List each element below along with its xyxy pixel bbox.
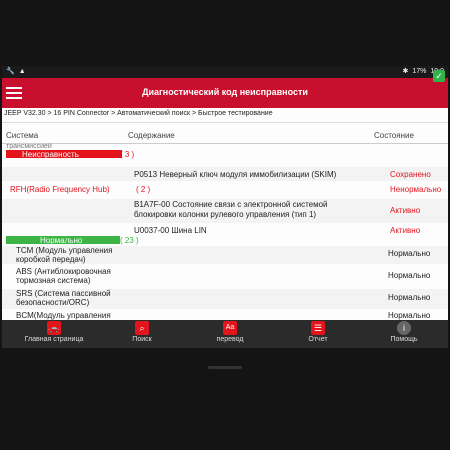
fault-content: U0037-00 Шина LIN (134, 226, 207, 235)
column-status: Состояние (374, 131, 414, 140)
table-row[interactable]: B1A7F-00 Состояние связи с электронной с… (2, 199, 448, 223)
table-row[interactable]: SRS (Система пассивной безопасности/ORC)… (2, 289, 448, 309)
fault-status: Активно (390, 206, 421, 215)
table-row[interactable]: RFH(Radio Frequency Hub) ( 2 ) Ненормаль… (2, 182, 448, 196)
nav-help-button[interactable]: i Помощь (364, 320, 444, 348)
normal-count: ( 23 ) (120, 236, 139, 245)
column-system: Система (6, 131, 39, 140)
column-content: Содержание (128, 131, 175, 140)
nav-report-button[interactable]: ☰ Отчет (278, 320, 358, 348)
status-bar: 🔧 ▲ ✱ 17% 19:0 (2, 66, 448, 78)
fault-section-bar[interactable]: Неисправность (6, 150, 122, 159)
system-name: RFH(Radio Frequency Hub) (10, 185, 110, 194)
system-status: Нормально (388, 271, 431, 280)
fault-status: Активно (390, 226, 421, 235)
fault-status: Сохранено (390, 170, 431, 179)
device-home-button[interactable] (208, 366, 242, 369)
bluetooth-icon: ✱ (402, 68, 409, 75)
system-name: ABS (Антиблокировочная тормозная система… (16, 267, 111, 285)
fault-status: Ненормально (390, 185, 442, 194)
table-row[interactable]: TCM (Модуль управления коробкой передач)… (2, 246, 448, 264)
warning-icon: ▲ (18, 67, 26, 75)
search-icon: ⌕ (135, 321, 149, 335)
table-row[interactable]: BCM(Модуль управления Нормально (2, 311, 448, 320)
battery-level: 17% (412, 67, 427, 75)
system-name: SRS (Система пассивной безопасности/ORC) (16, 289, 111, 307)
system-count: ( 2 ) (136, 185, 151, 194)
nav-translate-button[interactable]: Aa перевод (190, 320, 270, 348)
nav-home-button[interactable]: 🚗 Главная страница (14, 320, 94, 348)
system-status: Нормально (388, 249, 431, 258)
translate-icon: Aa (223, 321, 237, 335)
fault-content: P0513 Неверный ключ модуля иммобилизации… (134, 170, 337, 179)
table-row[interactable]: U0037-00 Шина LIN Активно (2, 224, 448, 236)
fault-content: B1A7F-00 Состояние связи с электронной с… (134, 200, 328, 219)
normal-section-bar[interactable]: Нормально (6, 236, 120, 245)
bottom-nav: 🚗 Главная страница ⌕ Поиск Aa перевод ☰ … (2, 320, 448, 348)
system-name: BCM(Модуль управления (16, 311, 111, 320)
table-row[interactable]: P0513 Неверный ключ модуля иммобилизации… (2, 167, 448, 181)
system-name: TCM (Модуль управления коробкой передач) (16, 246, 113, 264)
nav-search-button[interactable]: ⌕ Поиск (102, 320, 182, 348)
table-header: Система Содержание Состояние (2, 129, 448, 144)
table-row[interactable]: ABS (Антиблокировочная тормозная система… (2, 267, 448, 287)
help-icon: i (397, 321, 411, 335)
app-bar: Диагностический код неисправности ✓ (2, 70, 448, 108)
page-title: Диагностический код неисправности (142, 87, 308, 97)
screen: 🔧 ▲ ✱ 17% 19:0 Диагностический код неисп… (2, 66, 448, 348)
system-status: Нормально (388, 311, 431, 320)
wrench-icon: 🔧 (6, 68, 15, 75)
check-icon[interactable]: ✓ (433, 70, 445, 82)
car-icon: 🚗 (47, 321, 61, 335)
report-icon: ☰ (311, 321, 325, 335)
fault-count: ( 3 ) (120, 150, 135, 159)
breadcrumb: JEEP V32.30 > 16 PIN Connector > Автомат… (2, 110, 448, 123)
system-status: Нормально (388, 293, 431, 302)
